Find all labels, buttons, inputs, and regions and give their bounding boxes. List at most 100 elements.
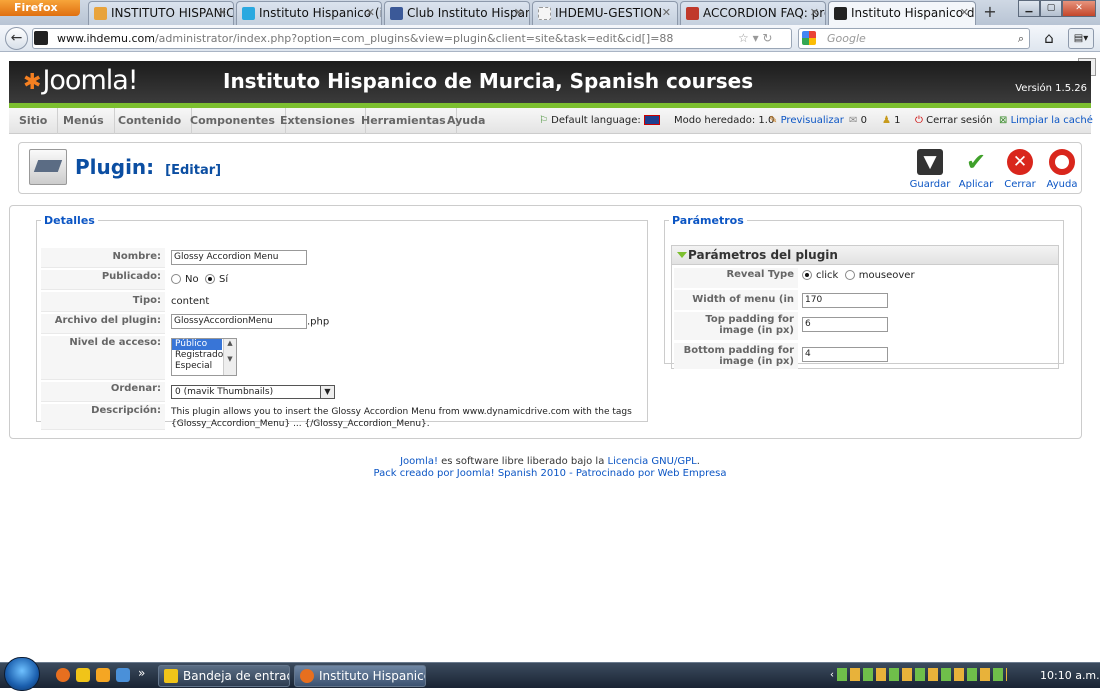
- uk-flag-icon: [644, 115, 660, 125]
- access-row: Nivel de acceso: Público Registrado Espe…: [41, 336, 641, 380]
- access-level-select[interactable]: Público Registrado Especial ▲ ▼: [171, 338, 237, 376]
- folder-quicklaunch-icon[interactable]: [76, 668, 90, 682]
- joomla-link[interactable]: Joomla!: [400, 456, 438, 467]
- browser-tab-active[interactable]: Instituto Hispanico de ... ✕: [828, 1, 976, 25]
- bookmarks-menu-button[interactable]: ▤▾: [1068, 28, 1094, 49]
- quicklaunch-more-icon[interactable]: »: [138, 666, 145, 680]
- tab-title: Instituto Hispanico (ih...: [259, 6, 381, 20]
- footer-text-end: .: [696, 456, 700, 467]
- help-button[interactable]: Ayuda: [1038, 149, 1086, 190]
- footer-line-2[interactable]: Pack creado por Joomla! Spanish 2010 - P…: [0, 468, 1100, 480]
- home-icon[interactable]: ⌂: [1038, 28, 1060, 49]
- name-label: Nombre:: [41, 248, 165, 268]
- tab-favicon-icon: [538, 7, 551, 20]
- search-input[interactable]: Google ⌕: [798, 28, 1030, 49]
- browser-tab[interactable]: Instituto Hispanico (ih... ✕: [236, 1, 382, 25]
- published-no-radio[interactable]: [171, 274, 181, 284]
- name-field-wrap: Glossy Accordion Menu: [171, 250, 307, 265]
- maximize-icon[interactable]: ▢: [1040, 0, 1062, 17]
- published-row: Publicado: No Sí: [41, 270, 641, 290]
- type-value: content: [171, 296, 210, 307]
- plugin-params-header[interactable]: Parámetros del plugin: [672, 246, 1058, 265]
- menu-item-menus[interactable]: Menús: [53, 108, 115, 134]
- top-padding-input[interactable]: 6: [802, 317, 888, 332]
- tab-favicon-icon: [242, 7, 255, 20]
- menu-item-ayuda[interactable]: Ayuda: [437, 108, 495, 134]
- access-option[interactable]: Especial: [172, 361, 222, 372]
- joomla-logo-icon: ✱: [23, 70, 41, 95]
- google-icon[interactable]: [802, 31, 816, 45]
- default-language-label: Default language:: [551, 115, 641, 126]
- users-icon: ♟: [882, 115, 891, 126]
- firefox-quicklaunch-icon[interactable]: [56, 668, 70, 682]
- browser-tab[interactable]: ACCORDION FAQ: pro... ✕: [680, 1, 826, 25]
- outlook-quicklaunch-icon[interactable]: [96, 668, 110, 682]
- published-options: No Sí: [171, 274, 228, 285]
- tray-icons[interactable]: [837, 668, 1008, 681]
- menu-width-wrap: 170: [802, 293, 888, 308]
- listbox-scrollbar[interactable]: ▲ ▼: [223, 339, 236, 375]
- new-tab-button[interactable]: +: [979, 3, 1001, 23]
- tab-title: ACCORDION FAQ: pro...: [703, 6, 825, 20]
- tab-close-icon[interactable]: ✕: [810, 2, 819, 24]
- close-button[interactable]: ✕ Cerrar: [996, 149, 1044, 190]
- top-padding-label: Top padding for image (in px): [674, 312, 798, 340]
- tab-close-icon[interactable]: ✕: [662, 2, 671, 24]
- published-yes-label: Sí: [218, 274, 229, 285]
- messages-count[interactable]: ✉ 0: [849, 108, 867, 134]
- tab-close-icon[interactable]: ✕: [514, 2, 523, 24]
- license-link[interactable]: Licencia GNU/GPL: [608, 456, 697, 467]
- tray-expand-icon[interactable]: ‹: [830, 670, 834, 681]
- menu-width-input[interactable]: 170: [802, 293, 888, 308]
- plugin-file-label: Archivo del plugin:: [41, 314, 165, 334]
- apply-button[interactable]: ✔ Aplicar: [952, 149, 1000, 190]
- published-yes-radio[interactable]: [204, 274, 215, 284]
- close-icon: ✕: [1007, 149, 1033, 175]
- reveal-mouseover-radio[interactable]: [844, 270, 855, 280]
- firefox-icon: [300, 669, 314, 683]
- taskbar-item[interactable]: Bandeja de entrada ...: [158, 665, 290, 687]
- tab-close-icon[interactable]: ✕: [366, 2, 375, 24]
- desktop-quicklaunch-icon[interactable]: [116, 668, 130, 682]
- browser-tab[interactable]: Club Instituto Hispanic... ✕: [384, 1, 530, 25]
- save-button[interactable]: ▼ Guardar: [906, 149, 954, 190]
- logout-link[interactable]: ⏻ Cerrar sesión: [915, 108, 993, 134]
- users-online-count[interactable]: ♟ 1: [882, 108, 901, 134]
- clear-cache-link[interactable]: ⊠ Limpiar la caché: [999, 108, 1093, 134]
- start-button[interactable]: [4, 657, 40, 691]
- reveal-click-radio[interactable]: [802, 270, 812, 280]
- back-button[interactable]: ←: [5, 27, 28, 50]
- description-line: {Glossy_Accordion_Menu} ... {/Glossy_Acc…: [171, 419, 430, 429]
- browser-tab[interactable]: IHDEMU-GESTION ✕: [532, 1, 678, 25]
- menu-item-sitio[interactable]: Sitio: [9, 108, 59, 134]
- order-select[interactable]: 0 (mavik Thumbnails) ▼: [171, 385, 335, 399]
- menu-width-row: Width of menu (in px) 170: [674, 290, 1058, 325]
- tab-close-icon[interactable]: ✕: [960, 2, 969, 24]
- firefox-menu-button[interactable]: Firefox: [0, 0, 80, 16]
- taskbar-item-active[interactable]: Instituto Hispanico ...: [294, 665, 426, 687]
- plugin-file-ext: .php: [307, 316, 330, 328]
- order-value: 0 (mavik Thumbnails): [175, 387, 274, 397]
- close-label: Cerrar: [1004, 179, 1036, 190]
- bottom-padding-wrap: 4: [802, 347, 888, 362]
- close-window-icon[interactable]: ✕: [1062, 0, 1096, 17]
- site-identity-icon[interactable]: [34, 31, 48, 45]
- access-option[interactable]: Registrado: [172, 350, 223, 361]
- mail-icon: [164, 669, 178, 683]
- bookmark-star-icon[interactable]: ☆ ▾ ↻: [738, 31, 772, 45]
- access-option[interactable]: Público: [172, 339, 222, 350]
- plugin-file-input[interactable]: GlossyAccordionMenu: [171, 314, 307, 329]
- bottom-padding-input[interactable]: 4: [802, 347, 888, 362]
- browser-tab[interactable]: INSTITUTO HISPANIC... ✕: [88, 1, 234, 25]
- params-fieldset: Parámetros Parámetros del plugin Reveal …: [664, 214, 1064, 369]
- tab-close-icon[interactable]: ✕: [218, 2, 227, 24]
- taskbar-clock[interactable]: 10:10 a.m.: [1040, 669, 1100, 682]
- search-icon[interactable]: ⌕: [1018, 29, 1024, 48]
- name-input[interactable]: Glossy Accordion Menu: [171, 250, 307, 265]
- preview-link[interactable]: ✎ Previsualizar: [769, 108, 844, 134]
- logo-text: Joomla!: [42, 65, 138, 96]
- url-bar[interactable]: www.ihdemu.com/administrator/index.php?o…: [32, 28, 792, 49]
- minimize-icon[interactable]: ▁: [1018, 0, 1040, 17]
- published-no-label: No: [185, 274, 199, 285]
- access-label: Nivel de acceso:: [41, 336, 165, 380]
